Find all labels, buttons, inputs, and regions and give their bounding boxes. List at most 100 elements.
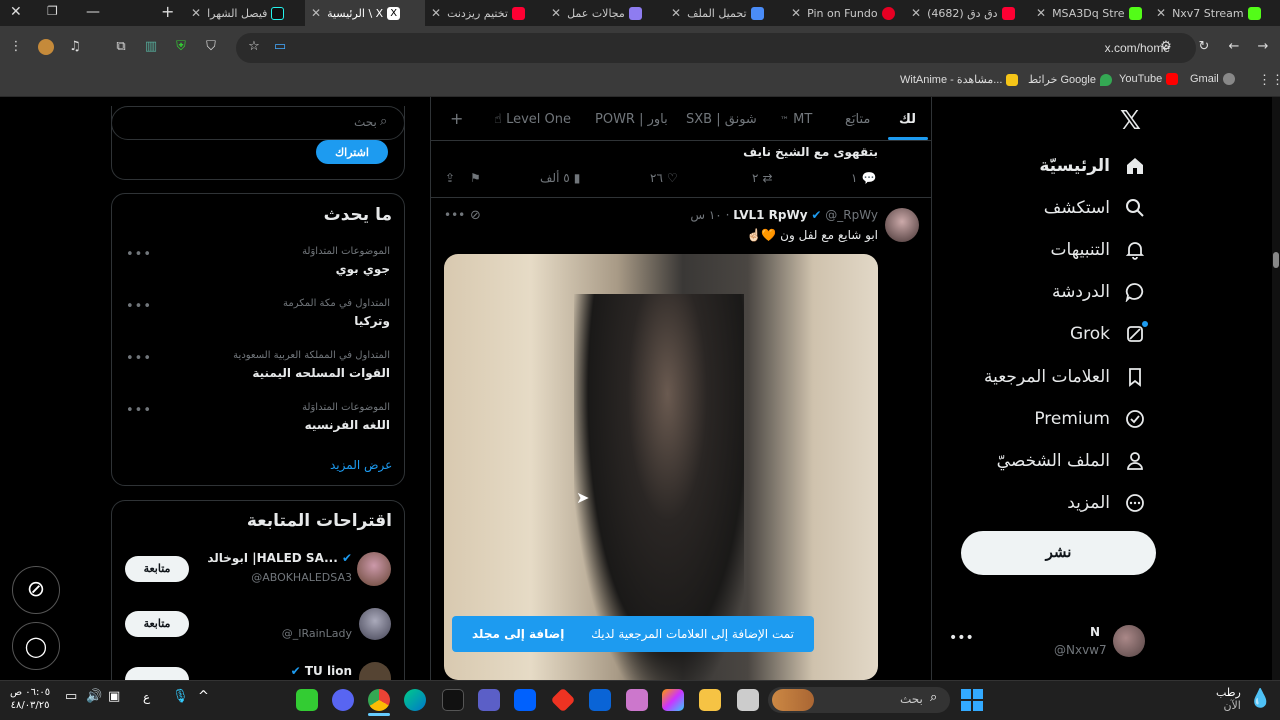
restore-window-icon[interactable]: ❐ xyxy=(47,4,58,18)
bookmark-action-icon[interactable]: ⚑ xyxy=(470,171,481,185)
nav-profile[interactable]: الملف الشخصيّ xyxy=(997,450,1146,472)
trend-name[interactable]: جوي بوي xyxy=(336,262,390,276)
tab-tiktok[interactable]: ✕ فيصل الشهرا xyxy=(185,0,305,26)
page-scrollbar[interactable] xyxy=(1272,97,1280,680)
close-tab-icon[interactable]: ✕ xyxy=(911,6,921,20)
epic-games-icon[interactable] xyxy=(442,689,464,711)
close-tab-icon[interactable]: ✕ xyxy=(791,6,801,20)
follow-button[interactable]: متابعة xyxy=(125,556,189,582)
volume-icon[interactable]: 🔊 xyxy=(86,689,102,704)
discord-icon[interactable] xyxy=(332,689,354,711)
close-tab-icon[interactable]: ✕ xyxy=(671,6,681,20)
chrome-icon[interactable] xyxy=(368,689,390,711)
account-avatar[interactable] xyxy=(1113,625,1145,657)
media-controls-icon[interactable]: ♫ xyxy=(67,39,83,55)
trend-name[interactable]: اللغه الفرنسيه xyxy=(305,418,390,432)
close-tab-icon[interactable]: ✕ xyxy=(551,6,561,20)
suggestion-name[interactable]: ابوخالد |HALED SA... ✔ xyxy=(200,551,352,565)
nav-home[interactable]: الرئيسيّة xyxy=(1039,155,1146,177)
tab-gemini[interactable]: ✕ مجالات عمل xyxy=(545,0,665,26)
nav-premium[interactable]: Premium xyxy=(1034,408,1146,430)
add-tab-button[interactable]: + xyxy=(450,109,463,128)
nav-grok[interactable]: Grok xyxy=(1070,321,1148,345)
bookmark-google-maps[interactable]: خرائط Google xyxy=(1028,73,1112,86)
address-bar[interactable] xyxy=(236,33,1196,63)
tweet-avatar[interactable] xyxy=(885,208,919,242)
reload-icon[interactable]: ↻ xyxy=(1196,39,1212,55)
file-explorer-icon[interactable] xyxy=(699,689,721,711)
close-tab-icon[interactable]: ✕ xyxy=(191,6,201,20)
nav-bookmarks[interactable]: العلامات المرجعية xyxy=(984,366,1146,388)
close-window-icon[interactable]: ✕ xyxy=(10,4,22,20)
messages-floating-icon[interactable]: ◯ xyxy=(12,622,60,670)
suggestion-name[interactable]: ✔ TU lion xyxy=(270,664,352,678)
app-icon-2[interactable] xyxy=(478,689,500,711)
tab-mt[interactable]: ™ MT xyxy=(780,112,812,127)
windows-start-icon[interactable] xyxy=(961,689,983,711)
bookmarks-grid-icon[interactable]: ⋮⋮ xyxy=(1258,72,1280,88)
input-language[interactable]: ع xyxy=(143,690,150,704)
privacy-shield-icon[interactable]: ⛉ xyxy=(203,39,219,55)
copilot-icon[interactable] xyxy=(662,689,684,711)
grok-floating-icon[interactable]: ⊘ xyxy=(12,566,60,614)
trend-more-icon[interactable]: ••• xyxy=(126,299,152,314)
show-more-link[interactable]: عرض المزيد xyxy=(330,458,392,472)
tab-sxb[interactable]: SXB | شونق xyxy=(686,112,757,127)
tweet-author-handle[interactable]: @_RpWy xyxy=(825,208,878,222)
nav-more[interactable]: المزيد xyxy=(1067,492,1146,514)
scroll-thumb[interactable] xyxy=(1273,252,1279,268)
back-arrow-icon[interactable]: ← xyxy=(1226,39,1242,55)
edge-icon[interactable] xyxy=(404,689,426,711)
cast-icon[interactable]: ▭ xyxy=(272,39,288,55)
bookmark-youtube[interactable]: YouTube xyxy=(1119,73,1179,85)
add-to-folder-button[interactable]: إضافة إلى مجلد xyxy=(472,627,564,641)
trend-name[interactable]: وتركيا xyxy=(354,314,390,328)
tray-chevron-icon[interactable]: ^ xyxy=(198,689,209,704)
task-view-icon[interactable] xyxy=(737,689,759,711)
profile-avatar-icon[interactable] xyxy=(38,39,54,55)
nav-explore[interactable]: استكشف xyxy=(1044,197,1146,219)
tab-following[interactable]: متابَع xyxy=(845,112,870,127)
tab-x-home[interactable]: ✕ الرئيسية \ X X xyxy=(305,0,425,26)
network-icon[interactable]: ▣ xyxy=(108,689,120,704)
new-tab-button[interactable]: + xyxy=(161,2,174,21)
trend-more-icon[interactable]: ••• xyxy=(126,247,152,262)
tab-level-one[interactable]: ☝ Level One xyxy=(494,112,571,127)
tab-msa3dq[interactable]: ✕ MSA3Dq Stre xyxy=(1030,0,1150,26)
clock[interactable]: ٠٦:٠٥ ص ٤٨/٠٣/٢٥ xyxy=(10,686,50,712)
follow-button[interactable]: متابعة xyxy=(125,611,189,637)
account-menu-icon[interactable]: ••• xyxy=(949,630,974,646)
suggestion-avatar[interactable] xyxy=(357,552,391,586)
subscribe-button[interactable]: اشتراك xyxy=(316,140,388,164)
close-tab-icon[interactable]: ✕ xyxy=(1156,6,1166,20)
bookmark-gmail[interactable]: Gmail xyxy=(1190,73,1235,85)
nav-notifications[interactable]: التنبيهات xyxy=(1051,239,1146,261)
tweet-time[interactable]: ١٠ س xyxy=(690,208,721,222)
battery-icon[interactable]: ▭ xyxy=(65,689,77,704)
app-icon-4[interactable] xyxy=(589,689,611,711)
store-icon[interactable] xyxy=(626,689,648,711)
tab-nxv7[interactable]: ✕ Nxv7 Stream xyxy=(1150,0,1280,26)
bookmark-witanime[interactable]: WitAnime - مشاهدة... xyxy=(900,73,1019,86)
app-icon-1[interactable] xyxy=(296,689,318,711)
post-button[interactable]: نشر xyxy=(961,531,1156,575)
shield-extension-icon[interactable]: ⛨ xyxy=(173,39,189,55)
menu-dots-icon[interactable]: ⋮ xyxy=(8,39,24,55)
site-settings-icon[interactable]: ⚙ xyxy=(1158,39,1174,55)
tab-youtube-1[interactable]: ✕ (4682) دق دق xyxy=(905,0,1030,26)
tab-youtube-2[interactable]: ✕ تختيم ريزدنت xyxy=(425,0,545,26)
follow-button[interactable] xyxy=(125,667,189,680)
microphone-icon[interactable]: 🎙 xyxy=(172,689,189,704)
like-action[interactable]: ٢٦ ♡ xyxy=(650,171,678,185)
tab-powr[interactable]: POWR | باور xyxy=(595,112,668,127)
share-action-icon[interactable]: ⇪ xyxy=(445,171,455,185)
extension-icon[interactable]: ▥ xyxy=(143,39,159,55)
tab-pinterest[interactable]: ✕ Pin on Fundo xyxy=(785,0,905,26)
close-tab-icon[interactable]: ✕ xyxy=(311,6,321,20)
views-action[interactable]: ٥ ألف ▮ xyxy=(540,171,580,185)
tab-for-you[interactable]: لك xyxy=(899,112,916,127)
tweet-author-name[interactable]: LVL1 RpWy xyxy=(733,208,807,222)
close-tab-icon[interactable]: ✕ xyxy=(431,6,441,20)
bookmark-star-icon[interactable]: ☆ xyxy=(246,39,262,55)
suggestion-avatar[interactable] xyxy=(359,608,391,640)
